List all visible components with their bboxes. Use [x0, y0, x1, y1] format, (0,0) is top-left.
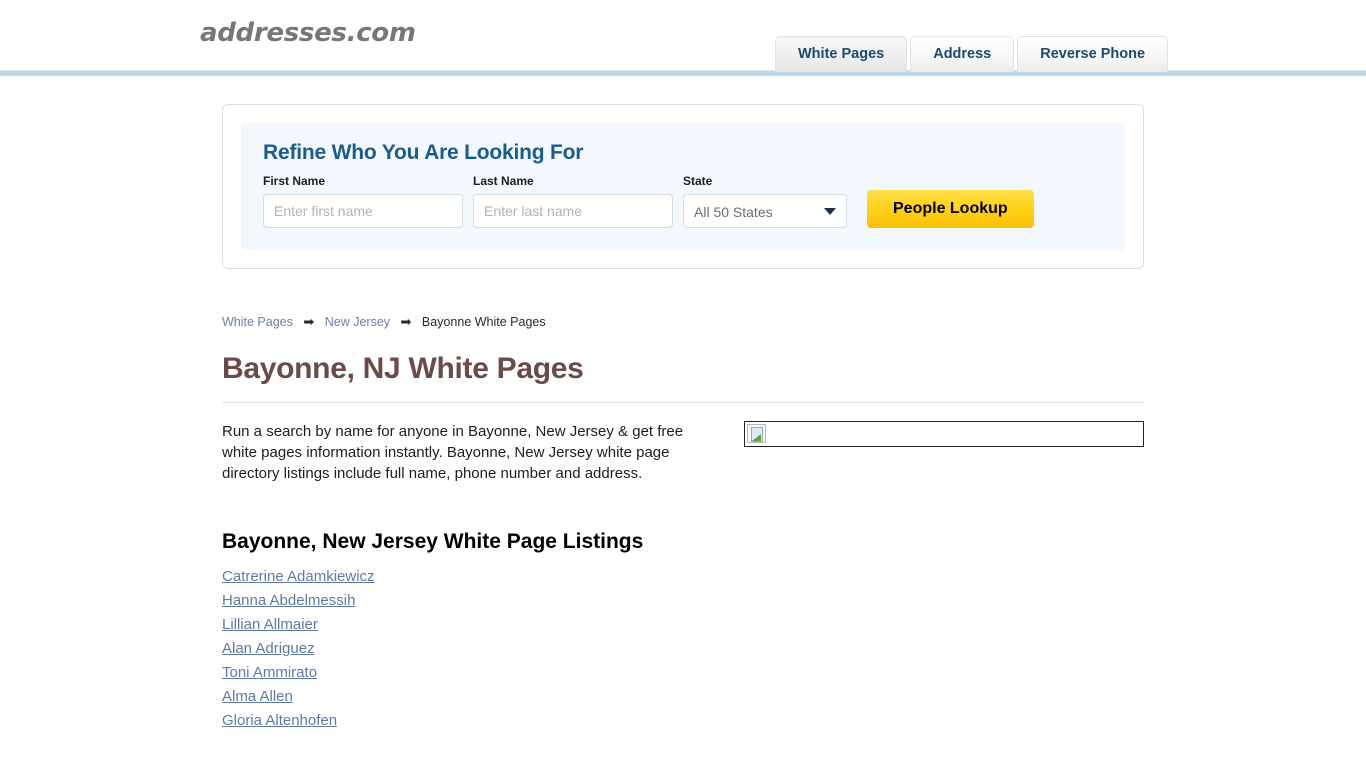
first-name-group: First Name — [263, 174, 463, 228]
list-item: Hanna Abdelmessih — [222, 592, 1144, 610]
site-header: addresses.com White Pages Address Revers… — [0, 0, 1366, 72]
arrow-right-icon: ➡ — [303, 315, 315, 330]
listing-link[interactable]: Catrerine Adamkiewicz — [222, 568, 375, 585]
tab-address[interactable]: Address — [910, 36, 1015, 72]
listings-heading: Bayonne, New Jersey White Page Listings — [222, 530, 644, 553]
last-name-label: Last Name — [473, 174, 534, 188]
state-label: State — [683, 174, 713, 188]
site-logo[interactable]: addresses.com — [200, 18, 416, 48]
arrow-right-icon: ➡ — [400, 315, 412, 330]
state-select[interactable]: All 50 States — [683, 194, 847, 228]
list-item: Alan Adriguez — [222, 640, 1144, 658]
breadcrumb: White Pages ➡ New Jersey ➡ Bayonne White… — [222, 315, 1144, 330]
state-group: State All 50 States — [683, 174, 847, 228]
last-name-input[interactable] — [473, 194, 673, 228]
first-name-input[interactable] — [263, 194, 463, 228]
refine-heading: Refine Who You Are Looking For — [263, 141, 584, 164]
listings-list: Catrerine Adamkiewicz Hanna Abdelmessih … — [222, 568, 1144, 730]
tab-white-pages[interactable]: White Pages — [775, 36, 908, 72]
broken-image-icon — [747, 424, 766, 443]
list-item: Lillian Allmaier — [222, 616, 1144, 634]
listing-link[interactable]: Alan Adriguez — [222, 640, 315, 657]
state-select-wrap: All 50 States — [683, 194, 847, 228]
list-item: Gloria Altenhofen — [222, 712, 1144, 730]
first-name-label: First Name — [263, 174, 326, 188]
advertisement-slot — [744, 421, 1144, 447]
people-lookup-button[interactable]: People Lookup — [867, 190, 1034, 228]
intro-paragraph: Run a search by name for anyone in Bayon… — [222, 423, 684, 482]
search-panel-inner: Refine Who You Are Looking For First Nam… — [241, 123, 1125, 250]
listing-link[interactable]: Lillian Allmaier — [222, 616, 318, 633]
list-item: Toni Ammirato — [222, 664, 1144, 682]
list-item: Catrerine Adamkiewicz — [222, 568, 1144, 586]
breadcrumb-current: Bayonne White Pages — [421, 315, 546, 329]
intro-row: Run a search by name for anyone in Bayon… — [222, 421, 1144, 484]
listing-link[interactable]: Alma Allen — [222, 688, 293, 705]
tab-reverse-phone[interactable]: Reverse Phone — [1017, 36, 1169, 72]
listing-link[interactable]: Gloria Altenhofen — [222, 712, 337, 729]
page-title: Bayonne, NJ White Pages — [222, 352, 584, 385]
breadcrumb-new-jersey[interactable]: New Jersey — [325, 315, 390, 329]
breadcrumb-white-pages[interactable]: White Pages — [222, 315, 293, 329]
listing-link[interactable]: Hanna Abdelmessih — [222, 592, 355, 609]
primary-navigation: White Pages Address Reverse Phone — [775, 36, 1171, 72]
last-name-group: Last Name — [473, 174, 673, 228]
search-fields-row: First Name Last Name State All 50 States… — [263, 174, 1103, 228]
main-content: White Pages ➡ New Jersey ➡ Bayonne White… — [222, 269, 1144, 730]
search-panel: Refine Who You Are Looking For First Nam… — [222, 104, 1144, 269]
list-item: Alma Allen — [222, 688, 1144, 706]
listing-link[interactable]: Toni Ammirato — [222, 664, 317, 681]
title-divider — [222, 402, 1144, 403]
page-body: Refine Who You Are Looking For First Nam… — [0, 76, 1366, 730]
